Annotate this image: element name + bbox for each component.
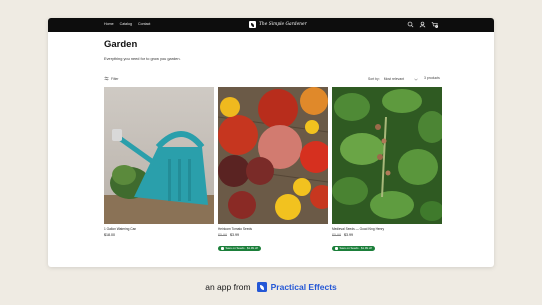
- sort-label: Sort by:: [368, 77, 380, 81]
- discount-badge: Save on Seeds · $1.99 off: [218, 246, 261, 251]
- product-card[interactable]: 1 Gallon Watering Can $18.00: [104, 87, 214, 255]
- top-navigation-bar: Home Catalog Contact The Simple Gardener…: [48, 18, 494, 32]
- product-price: $5.98 $3.99: [218, 233, 328, 238]
- practical-effects-logo-icon: [256, 282, 267, 292]
- page-title: Garden: [104, 39, 138, 50]
- tomatoes-image: [218, 87, 328, 224]
- sort-select[interactable]: Most relevant: [384, 76, 418, 82]
- price-compare: $5.98: [332, 232, 341, 237]
- attribution-brand[interactable]: Practical Effects: [271, 282, 337, 292]
- search-icon[interactable]: [407, 21, 414, 28]
- product-card[interactable]: Medieval Seeds — Good King Henry $5.98 $…: [332, 87, 442, 255]
- store-name: The Simple Gardener: [259, 22, 307, 27]
- storefront-window: Home Catalog Contact The Simple Gardener…: [48, 18, 494, 267]
- attribution-prefix: an app from: [205, 282, 251, 292]
- nav-link-catalog[interactable]: Catalog: [120, 22, 132, 27]
- account-icon[interactable]: [419, 21, 426, 28]
- price-current: $3.99: [230, 232, 239, 237]
- sort-control: Sort by: Most relevant: [368, 76, 418, 82]
- cart-icon[interactable]: 1: [431, 21, 438, 28]
- good-king-henry-image: [332, 87, 442, 224]
- store-logo[interactable]: The Simple Gardener: [249, 21, 307, 28]
- product-image-good-king-henry[interactable]: [332, 87, 442, 224]
- main-nav: Home Catalog Contact: [104, 22, 150, 27]
- nav-link-home[interactable]: Home: [104, 22, 114, 27]
- product-count: 3 products: [424, 76, 440, 80]
- filter-icon: [104, 76, 109, 81]
- product-image-watering-can[interactable]: [104, 87, 214, 224]
- product-name[interactable]: Heirloom Tomato Seeds: [218, 227, 328, 231]
- price-current: $3.99: [344, 232, 353, 237]
- watering-can-image: [104, 87, 214, 224]
- collection-description: Everything you need for to grow you gard…: [104, 56, 181, 61]
- nav-link-contact[interactable]: Contact: [138, 22, 150, 27]
- product-name[interactable]: 1 Gallon Watering Can: [104, 227, 214, 231]
- product-price: $5.98 $3.99: [332, 233, 442, 238]
- product-name[interactable]: Medieval Seeds — Good King Henry: [332, 227, 442, 231]
- product-card[interactable]: Heirloom Tomato Seeds $5.98 $3.99 Save o…: [218, 87, 328, 255]
- price-current: $18.00: [104, 232, 115, 237]
- sort-value: Most relevant: [383, 77, 405, 81]
- product-price: $18.00: [104, 233, 214, 238]
- discount-badge-label: Save on Seeds · $1.99 off: [225, 245, 258, 250]
- price-compare: $5.98: [218, 232, 227, 237]
- filter-button[interactable]: Filter: [104, 76, 119, 81]
- product-grid: 1 Gallon Watering Can $18.00 Heirloom To…: [104, 87, 442, 255]
- chevron-down-icon: [414, 78, 418, 81]
- tag-icon: [221, 247, 224, 250]
- leaf-logo-icon: [249, 21, 256, 28]
- discount-badge: Save on Seeds · $1.99 off: [332, 246, 375, 251]
- filter-label: Filter: [111, 76, 119, 81]
- app-attribution: an app from Practical Effects: [0, 282, 542, 292]
- header-actions: 1: [407, 21, 438, 28]
- discount-badge-label: Save on Seeds · $1.99 off: [339, 245, 372, 250]
- product-image-tomatoes[interactable]: [218, 87, 328, 224]
- tag-icon: [335, 247, 338, 250]
